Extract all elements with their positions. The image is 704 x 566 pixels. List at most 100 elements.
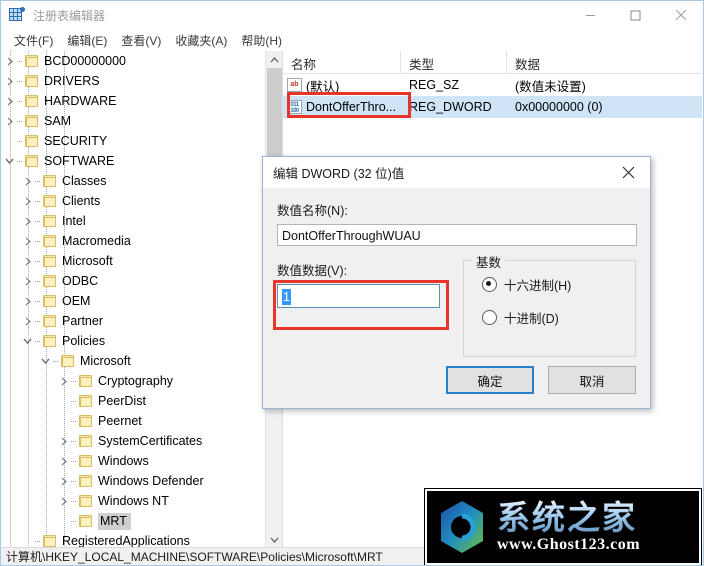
chevron-right-icon[interactable] xyxy=(2,71,17,91)
value-name-input[interactable]: DontOfferThroughWUAU xyxy=(277,224,637,246)
close-icon[interactable] xyxy=(606,158,650,188)
tree-connector xyxy=(17,91,24,111)
folder-icon xyxy=(78,494,94,508)
tree-node[interactable]: ODBC xyxy=(1,271,265,291)
folder-icon xyxy=(78,474,94,488)
chevron-down-icon[interactable] xyxy=(20,331,35,351)
column-header-name[interactable]: 名称 xyxy=(283,51,401,73)
tree-node[interactable]: Intel xyxy=(1,211,265,231)
folder-icon xyxy=(42,194,58,208)
chevron-right-icon[interactable] xyxy=(56,491,71,511)
folder-icon xyxy=(60,354,76,368)
registry-tree[interactable]: BCD00000000 DRIVERS HARDWARE SAM SECURITY SOF… xyxy=(1,51,265,548)
chevron-right-icon[interactable] xyxy=(20,191,35,211)
folder-icon xyxy=(78,414,94,428)
minimize-icon[interactable] xyxy=(568,1,613,29)
tree-node[interactable]: Cryptography xyxy=(1,371,265,391)
chevron-down-icon[interactable] xyxy=(2,151,17,171)
menu-item-view[interactable]: 查看(V) xyxy=(114,30,168,51)
menu-item-favorites[interactable]: 收藏夹(A) xyxy=(168,30,234,51)
tree-node[interactable]: OEM xyxy=(1,291,265,311)
folder-icon xyxy=(42,174,58,188)
base-group-label: 基数 xyxy=(471,252,505,271)
folder-icon xyxy=(42,314,58,328)
tree-node[interactable]: Windows Defender xyxy=(1,471,265,491)
tree-node[interactable]: SOFTWARE xyxy=(1,151,265,171)
chevron-right-icon[interactable] xyxy=(20,171,35,191)
chevron-right-icon[interactable] xyxy=(56,371,71,391)
tree-node[interactable]: Microsoft xyxy=(1,351,265,371)
tree-node[interactable]: SAM xyxy=(1,111,265,131)
tree-node[interactable]: MRT xyxy=(1,511,265,531)
chevron-right-icon[interactable] xyxy=(20,311,35,331)
chevron-right-icon[interactable] xyxy=(20,251,35,271)
watermark-url: www.Ghost123.com xyxy=(497,536,641,553)
tree-node[interactable]: PeerDist xyxy=(1,391,265,411)
folder-icon xyxy=(24,94,40,108)
menu-item-file[interactable]: 文件(F) xyxy=(7,30,60,51)
tree-node[interactable]: SystemCertificates xyxy=(1,431,265,451)
registry-editor-window: 注册表编辑器 文件(F) 编辑(E) 查看(V) 收藏夹(A) 帮助(H) BC… xyxy=(0,0,704,566)
radio-hexadecimal[interactable]: 十六进制(H) xyxy=(481,275,635,294)
cell-data: 0x00000000 (0) xyxy=(515,100,603,114)
table-row[interactable]: 011 100 DontOfferThro... REG_DWORD 0x0000000… xyxy=(283,96,702,118)
tree-node-label: Intel xyxy=(62,213,86,228)
chevron-right-icon[interactable] xyxy=(56,451,71,471)
tree-node[interactable]: Windows NT xyxy=(1,491,265,511)
registry-tree-pane: BCD00000000 DRIVERS HARDWARE SAM SECURITY SOF… xyxy=(1,51,283,548)
maximize-icon[interactable] xyxy=(613,1,658,29)
chevron-right-icon[interactable] xyxy=(2,51,17,71)
tree-node-label: Microsoft xyxy=(80,353,131,368)
tree-node[interactable]: DRIVERS xyxy=(1,71,265,91)
chevron-right-icon[interactable] xyxy=(20,231,35,251)
chevron-right-icon[interactable] xyxy=(20,211,35,231)
chevron-up-icon[interactable] xyxy=(266,51,282,68)
tree-node-label: SECURITY xyxy=(44,133,108,148)
value-data-input[interactable]: 1 xyxy=(277,284,440,308)
tree-node[interactable]: Microsoft xyxy=(1,251,265,271)
cell-type: REG_SZ xyxy=(409,78,460,92)
menu-item-help[interactable]: 帮助(H) xyxy=(234,30,289,51)
tree-node[interactable]: Classes xyxy=(1,171,265,191)
tree-connector xyxy=(53,351,60,371)
chevron-right-icon[interactable] xyxy=(56,431,71,451)
tree-connector xyxy=(17,71,24,91)
tree-node[interactable]: Policies xyxy=(1,331,265,351)
table-row[interactable]: ab (默认) REG_SZ (数值未设置) xyxy=(283,74,702,96)
tree-node-label: Partner xyxy=(62,313,103,328)
chevron-down-icon[interactable] xyxy=(38,351,53,371)
tree-node[interactable]: Clients xyxy=(1,191,265,211)
tree-connector xyxy=(35,191,42,211)
column-header-type[interactable]: 类型 xyxy=(401,51,507,73)
tree-node[interactable]: Macromedia xyxy=(1,231,265,251)
chevron-right-icon[interactable] xyxy=(2,91,17,111)
tree-node[interactable]: Windows xyxy=(1,451,265,471)
radio-decimal[interactable]: 十进制(D) xyxy=(481,308,635,327)
chevron-right-icon[interactable] xyxy=(56,471,71,491)
column-header-data[interactable]: 数据 xyxy=(507,51,702,73)
radio-decimal-label: 十进制(D) xyxy=(503,312,559,326)
cancel-button[interactable]: 取消 xyxy=(548,366,636,394)
window-controls xyxy=(568,1,703,29)
tree-node[interactable]: RegisteredApplications xyxy=(1,531,265,548)
chevron-right-icon[interactable] xyxy=(20,271,35,291)
folder-icon xyxy=(24,74,40,88)
chevron-right-icon[interactable] xyxy=(20,291,35,311)
tree-node[interactable]: BCD00000000 xyxy=(1,51,265,71)
chevron-down-icon[interactable] xyxy=(266,531,282,548)
ok-button[interactable]: 确定 xyxy=(446,366,534,394)
chevron-right-icon[interactable] xyxy=(2,111,17,131)
watermark-logo-icon xyxy=(431,497,493,557)
tree-node[interactable]: HARDWARE xyxy=(1,91,265,111)
values-list-header: 名称 类型 数据 xyxy=(283,51,702,74)
tree-node-label: Clients xyxy=(62,193,101,208)
menu-item-edit[interactable]: 编辑(E) xyxy=(60,30,114,51)
close-icon[interactable] xyxy=(658,1,703,29)
tree-node[interactable]: Peernet xyxy=(1,411,265,431)
watermark-title: 系统之家 xyxy=(497,500,640,536)
tree-node[interactable]: Partner xyxy=(1,311,265,331)
tree-connector xyxy=(35,331,42,351)
folder-icon xyxy=(78,434,94,448)
tree-node-label: Cryptography xyxy=(98,373,174,388)
tree-node[interactable]: SECURITY xyxy=(1,131,265,151)
